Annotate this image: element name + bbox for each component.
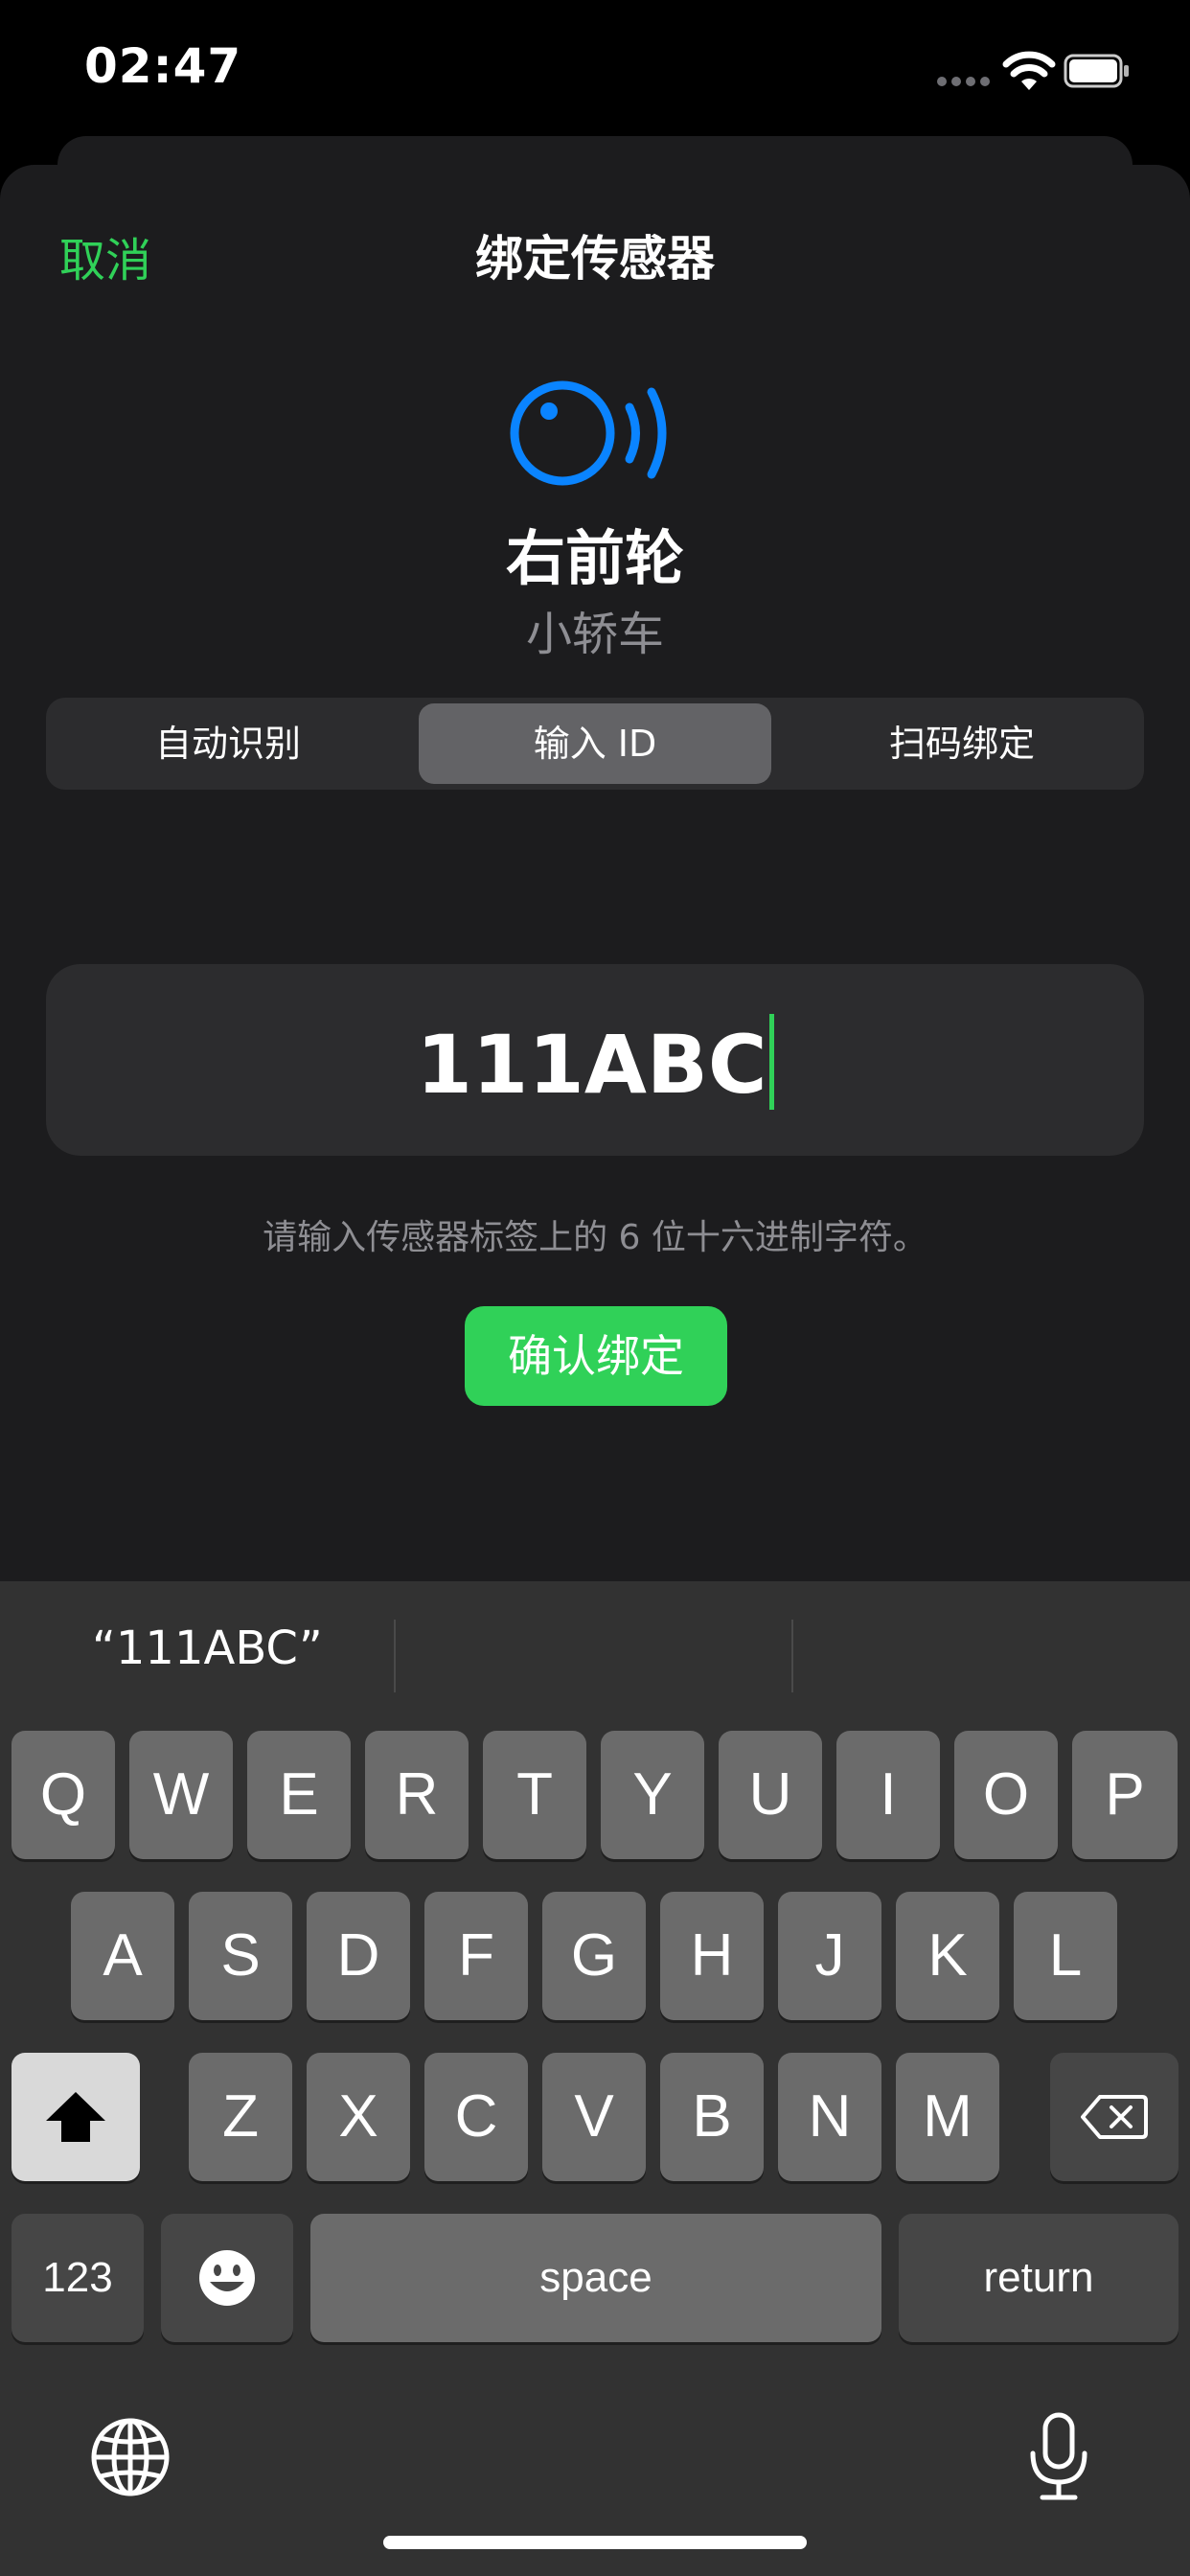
sensor-id-value: 111ABC <box>416 1018 767 1112</box>
numbers-key[interactable]: 123 <box>11 2214 144 2342</box>
backspace-icon <box>1081 2095 1148 2139</box>
key-n[interactable]: N <box>778 2053 881 2181</box>
suggestion-divider <box>791 1620 793 1692</box>
microphone-icon[interactable] <box>1027 2411 1090 2503</box>
key-w[interactable]: W <box>129 1731 233 1859</box>
sensor-id-input[interactable]: 111ABC <box>46 964 1144 1156</box>
confirm-bind-button[interactable]: 确认绑定 <box>465 1306 727 1406</box>
emoji-icon <box>199 2250 255 2306</box>
key-y[interactable]: Y <box>601 1731 704 1859</box>
key-t[interactable]: T <box>483 1731 586 1859</box>
battery-icon <box>1064 54 1129 88</box>
key-b[interactable]: B <box>660 2053 764 2181</box>
tab-auto-detect[interactable]: 自动识别 <box>52 703 404 784</box>
key-p[interactable]: P <box>1072 1731 1178 1859</box>
key-e[interactable]: E <box>247 1731 351 1859</box>
delete-key[interactable] <box>1050 2053 1179 2181</box>
space-key[interactable]: space <box>310 2214 881 2342</box>
key-g[interactable]: G <box>542 1892 646 2020</box>
key-r[interactable]: R <box>365 1731 469 1859</box>
input-hint: 请输入传感器标签上的 6 位十六进制字符。 <box>263 1218 927 1257</box>
suggestion-divider <box>394 1620 396 1692</box>
tire-sensor-icon <box>510 380 667 486</box>
key-h[interactable]: H <box>660 1892 764 2020</box>
wifi-icon <box>1002 51 1056 90</box>
key-d[interactable]: D <box>307 1892 410 2020</box>
shift-key[interactable] <box>11 2053 140 2181</box>
wheel-position: 右前轮 <box>505 523 684 593</box>
key-v[interactable]: V <box>542 2053 646 2181</box>
keyboard-suggestion[interactable]: “111ABC” <box>92 1622 323 1675</box>
home-indicator[interactable] <box>383 2536 807 2549</box>
key-s[interactable]: S <box>189 1892 292 2020</box>
key-i[interactable]: I <box>836 1731 940 1859</box>
page-title: 绑定传感器 <box>475 231 715 287</box>
emoji-key[interactable] <box>161 2214 293 2342</box>
key-z[interactable]: Z <box>189 2053 292 2181</box>
key-j[interactable]: J <box>778 1892 881 2020</box>
key-x[interactable]: X <box>307 2053 410 2181</box>
status-time: 02:47 <box>84 38 242 94</box>
vehicle-type: 小轿车 <box>525 608 664 661</box>
bind-method-segmented-control: 自动识别 输入 ID 扫码绑定 <box>46 698 1144 790</box>
return-key[interactable]: return <box>899 2214 1179 2342</box>
key-k[interactable]: K <box>896 1892 999 2020</box>
key-o[interactable]: O <box>954 1731 1058 1859</box>
tab-enter-id[interactable]: 输入 ID <box>419 703 771 784</box>
key-f[interactable]: F <box>424 1892 528 2020</box>
key-u[interactable]: U <box>719 1731 822 1859</box>
key-a[interactable]: A <box>71 1892 174 2020</box>
status-bar: 02:47 <box>0 0 1190 144</box>
signal-icon <box>937 77 991 88</box>
key-q[interactable]: Q <box>11 1731 115 1859</box>
keyboard: “111ABC” Q W E R T Y U I O P A S D F G H… <box>0 1581 1190 2576</box>
key-c[interactable]: C <box>424 2053 528 2181</box>
shift-icon <box>46 2092 105 2142</box>
text-caret <box>768 1014 774 1110</box>
key-m[interactable]: M <box>896 2053 999 2181</box>
key-l[interactable]: L <box>1014 1892 1117 2020</box>
tab-scan-code[interactable]: 扫码绑定 <box>786 703 1138 784</box>
sensor-id-value-wrapper: 111ABC <box>46 1014 1144 1112</box>
globe-icon[interactable] <box>90 2417 171 2497</box>
